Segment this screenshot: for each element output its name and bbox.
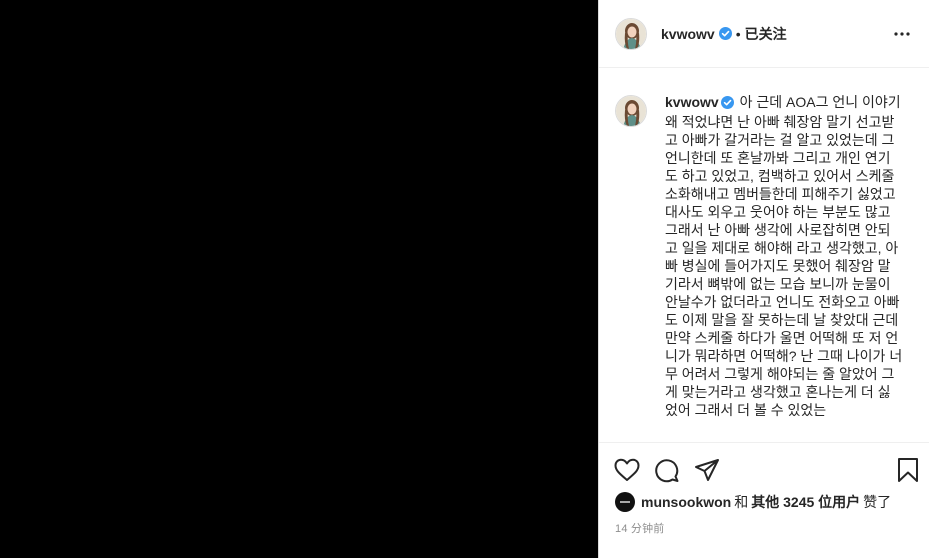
avatar[interactable] xyxy=(615,492,635,512)
comment-icon[interactable] xyxy=(653,456,681,484)
caption-text: 아 근데 AOA그 언니 이야기 왜 적었냐면 난 아빠 췌장암 말기 선고받고… xyxy=(665,94,903,418)
liker-username[interactable]: munsookwon xyxy=(641,494,731,510)
bookmark-icon[interactable] xyxy=(894,456,922,484)
share-icon[interactable] xyxy=(693,456,721,484)
separator-dot: • xyxy=(735,25,741,42)
more-options-icon[interactable] xyxy=(890,22,914,46)
heart-icon[interactable] xyxy=(613,456,641,484)
post-timestamp[interactable]: 14 分钟前 xyxy=(615,520,665,536)
caption-text-block: kvwowv 아 근데 AOA그 언니 이야기 왜 적었냐면 난 아빠 췌장암 … xyxy=(665,93,903,419)
verified-badge-icon xyxy=(720,95,734,113)
avatar[interactable] xyxy=(615,17,647,50)
caption-comment: kvwowv 아 근데 AOA그 언니 이야기 왜 적었냐면 난 아빠 췌장암 … xyxy=(599,69,929,419)
likes-suffix: 赞了 xyxy=(863,494,892,510)
likes-connector: 和 xyxy=(734,494,749,510)
avatar[interactable] xyxy=(615,95,647,127)
comments-section[interactable]: kvwowv 아 근데 AOA그 언니 이야기 왜 적었냐면 난 아빠 췌장암 … xyxy=(599,69,929,443)
post-username[interactable]: kvwowv xyxy=(661,26,715,42)
caption-username[interactable]: kvwowv xyxy=(665,94,719,110)
post-header: kvwowv • 已关注 xyxy=(599,0,929,68)
post-media[interactable] xyxy=(0,0,598,558)
post-actions-bar xyxy=(599,451,929,489)
likes-count-link[interactable]: 其他 3245 位用户 xyxy=(751,492,860,512)
post-side-panel: kvwowv • 已关注 kvwowv 아 근데 AOA그 언니 이야기 왜 적… xyxy=(598,0,929,558)
likes-summary: munsookwon 和 其他 3245 位用户 赞了 xyxy=(615,491,894,513)
verified-badge-icon xyxy=(718,27,732,40)
follow-status-button[interactable]: 已关注 xyxy=(745,24,787,44)
